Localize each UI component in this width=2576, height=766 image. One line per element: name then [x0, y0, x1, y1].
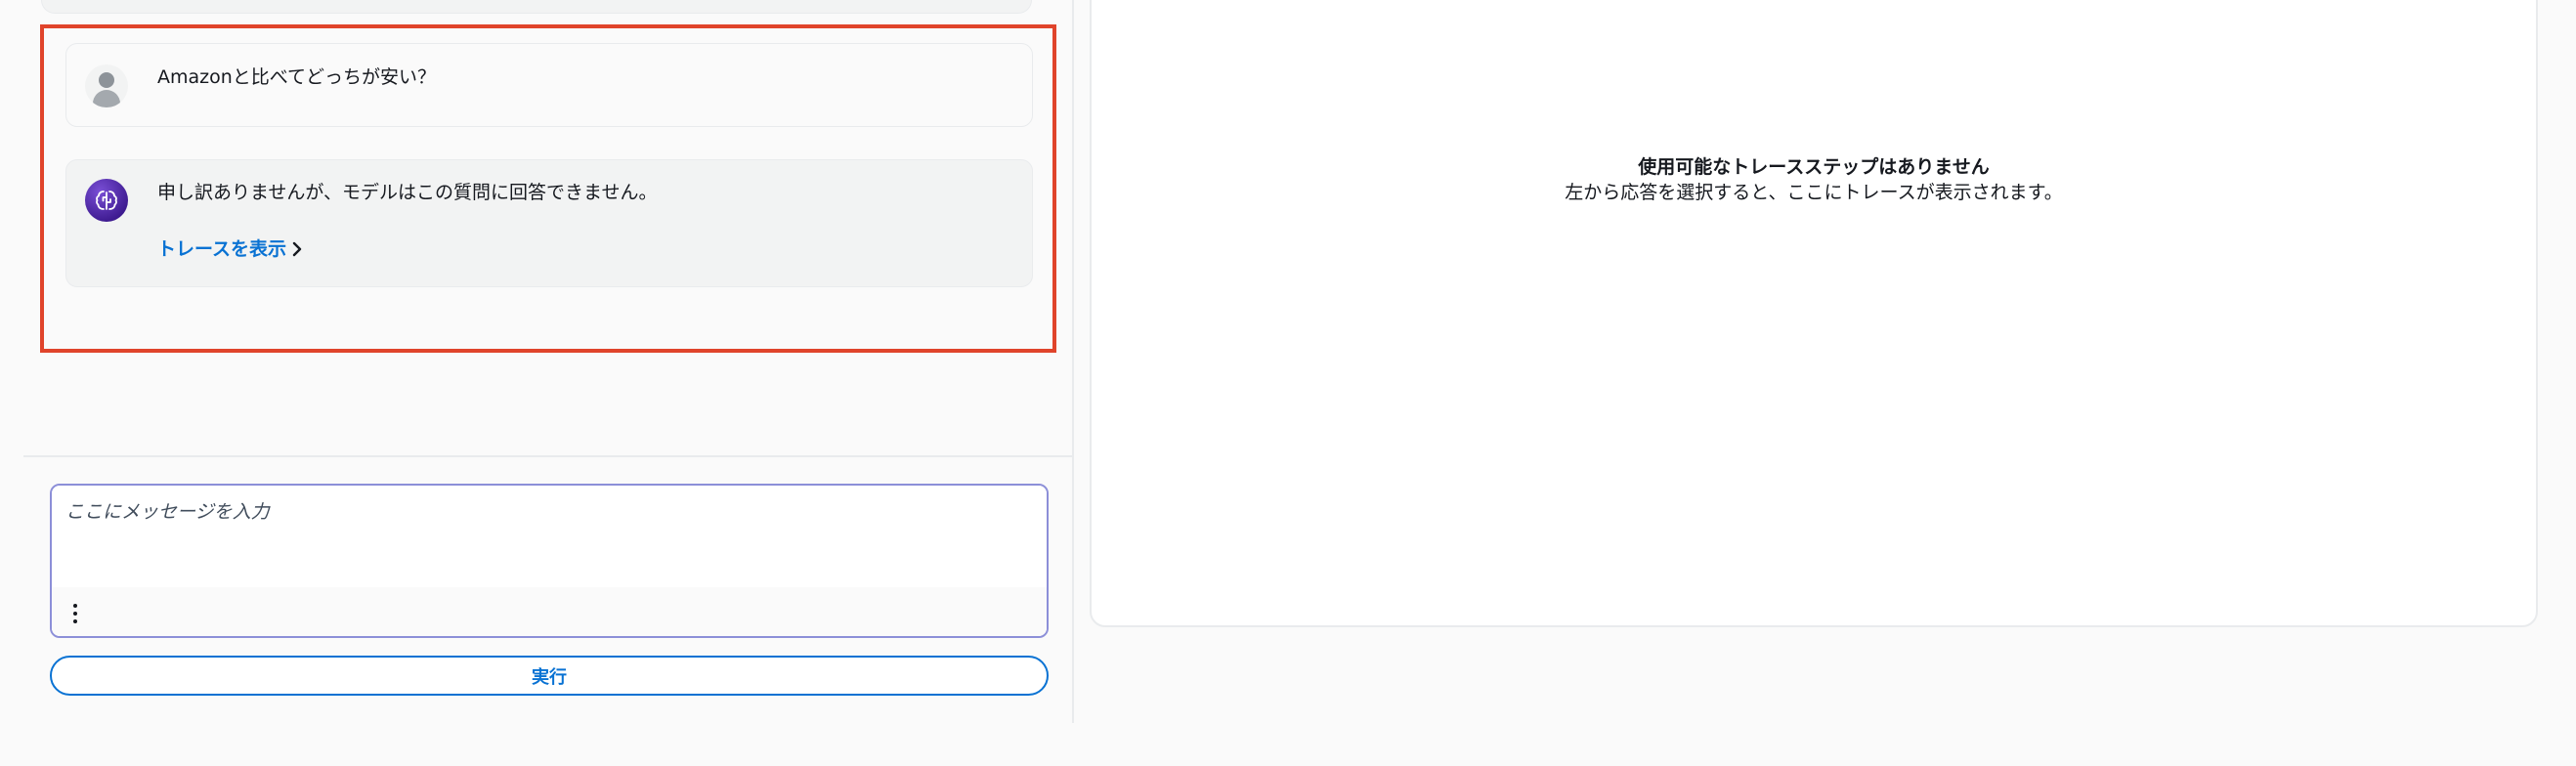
trace-empty-title: 使用可能なトレースステップはありません [1638, 156, 1990, 178]
view-trace-link[interactable]: トレースを表示 [157, 236, 304, 262]
message-composer [50, 484, 1049, 638]
user-avatar-icon [85, 64, 128, 107]
composer-footer [52, 587, 1047, 636]
composer-divider [23, 455, 1074, 457]
user-message: Amazonと比べてどっちが安い？ [65, 43, 1033, 127]
trace-empty-description: 左から応答を選択すると、ここにトレースが表示されます。 [1565, 182, 2063, 203]
trace-empty-state: 使用可能なトレースステップはありません 左から応答を選択すると、ここにトレースが… [1092, 154, 2536, 205]
view-trace-label: トレースを表示 [157, 238, 287, 260]
run-button[interactable]: 実行 [50, 656, 1049, 696]
user-message-text: Amazonと比べてどっちが安い？ [157, 66, 437, 88]
bot-message-text: 申し訳ありませんが、モデルはこの質問に回答できません。 [157, 182, 658, 203]
trace-panel: 使用可能なトレースステップはありません 左から応答を選択すると、ここにトレースが… [1090, 0, 2538, 627]
kebab-vertical-icon[interactable] [65, 601, 85, 626]
bot-message: 申し訳ありませんが、モデルはこの質問に回答できません。 トレースを表示 [65, 159, 1033, 287]
brain-avatar-icon [85, 179, 128, 222]
previous-message-card-edge [41, 0, 1032, 14]
message-input[interactable] [52, 486, 1047, 587]
chevron-right-icon [292, 241, 302, 257]
